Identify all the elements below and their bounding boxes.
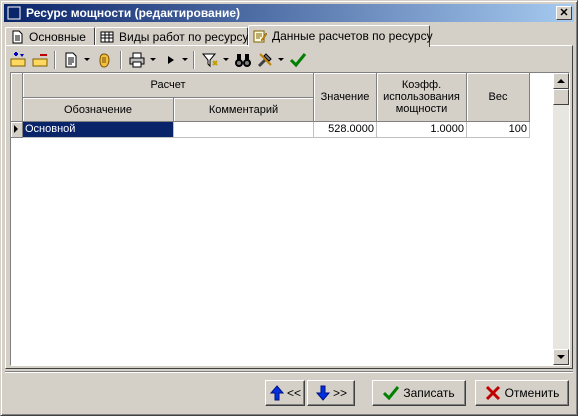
chevron-down-icon[interactable] — [84, 58, 90, 61]
scroll-up-button[interactable] — [553, 73, 569, 89]
arrow-up-icon — [557, 79, 565, 83]
column-header-designation[interactable]: Обозначение — [23, 98, 174, 122]
document-icon[interactable] — [62, 51, 80, 69]
column-label: Значение — [320, 91, 370, 103]
chevron-down-icon[interactable] — [278, 58, 284, 61]
dialog-window: Ресурс мощности (редактирование) ✕ Основ… — [0, 0, 578, 416]
window-title: Ресурс мощности (редактирование) — [26, 6, 241, 20]
column-label: Вес — [488, 91, 508, 103]
tools-icon[interactable] — [256, 51, 274, 69]
column-group-label: Расчет — [150, 79, 186, 91]
current-row-arrow-icon — [14, 125, 18, 133]
column-label: Обозначение — [63, 103, 133, 116]
tab-work-types[interactable]: Виды работ по ресурсу — [95, 27, 249, 46]
cancel-x-icon — [485, 385, 500, 401]
app-icon — [7, 6, 21, 20]
toolbar-separator — [54, 51, 56, 69]
scroll-thumb[interactable] — [553, 89, 569, 105]
toolbar — [7, 49, 567, 71]
toolbar-separator — [193, 51, 195, 69]
vertical-scrollbar[interactable] — [553, 73, 569, 365]
delete-row-icon[interactable] — [31, 51, 49, 69]
hand-icon[interactable] — [95, 51, 113, 69]
cell-value[interactable]: 528.0000 — [314, 122, 377, 138]
cell-designation[interactable]: Основной — [23, 122, 174, 138]
cancel-label: Отменить — [504, 386, 560, 400]
add-row-icon[interactable] — [9, 51, 27, 69]
arrow-up-icon — [269, 385, 285, 401]
previous-record-button[interactable]: << — [265, 380, 305, 406]
tab-label: Основные — [29, 30, 86, 44]
tab-label: Виды работ по ресурсу — [119, 30, 249, 44]
cancel-button[interactable]: Отменить — [475, 380, 569, 406]
column-header-value[interactable]: Значение — [314, 73, 377, 122]
arrow-down-icon — [315, 385, 331, 401]
footer-divider — [5, 371, 573, 373]
toolbar-separator — [120, 51, 122, 69]
arrow-down-icon — [557, 355, 565, 359]
cell-comment[interactable] — [174, 122, 314, 138]
tab-main[interactable]: Основные — [5, 27, 95, 46]
print-icon[interactable] — [128, 51, 146, 69]
row-indicator[interactable] — [11, 122, 23, 138]
tab-calculation-data[interactable]: Данные расчетов по ресурсу — [248, 25, 433, 47]
table-icon — [100, 31, 114, 43]
save-label: Записать — [403, 386, 455, 400]
column-group-header: Расчет — [23, 73, 314, 98]
title-bar[interactable]: Ресурс мощности (редактирование) ✕ — [4, 4, 574, 22]
column-label: Коэфф. использования мощности — [383, 79, 460, 115]
column-header-comment[interactable]: Комментарий — [174, 98, 314, 122]
document-icon — [12, 30, 23, 44]
next-record-button[interactable]: >> — [307, 380, 355, 406]
scroll-down-button[interactable] — [553, 349, 569, 365]
previous-record-label: << — [286, 386, 301, 400]
play-icon[interactable] — [162, 51, 180, 69]
next-record-label: >> — [332, 386, 347, 400]
filter-icon[interactable] — [201, 51, 219, 69]
chevron-down-icon[interactable] — [223, 58, 229, 61]
cell-weight[interactable]: 100 — [467, 122, 530, 138]
binoculars-icon[interactable] — [234, 51, 252, 69]
save-button[interactable]: Записать — [372, 380, 466, 406]
chevron-down-icon[interactable] — [150, 58, 156, 61]
checkmark-icon[interactable] — [289, 51, 307, 69]
row-indicator-header — [11, 73, 23, 122]
cell-coefficient[interactable]: 1.0000 — [377, 122, 467, 138]
chevron-down-icon[interactable] — [182, 58, 188, 61]
close-button[interactable]: ✕ — [556, 6, 572, 20]
column-header-weight[interactable]: Вес — [467, 73, 530, 122]
column-label: Комментарий — [208, 103, 279, 116]
calculation-grid: Расчет Обозначение Комментарий Значение … — [10, 72, 570, 366]
edit-note-icon — [253, 30, 267, 43]
tab-label: Данные расчетов по ресурсу — [272, 29, 433, 43]
checkmark-icon — [383, 386, 400, 401]
column-header-coefficient[interactable]: Коэфф. использования мощности — [377, 73, 467, 122]
